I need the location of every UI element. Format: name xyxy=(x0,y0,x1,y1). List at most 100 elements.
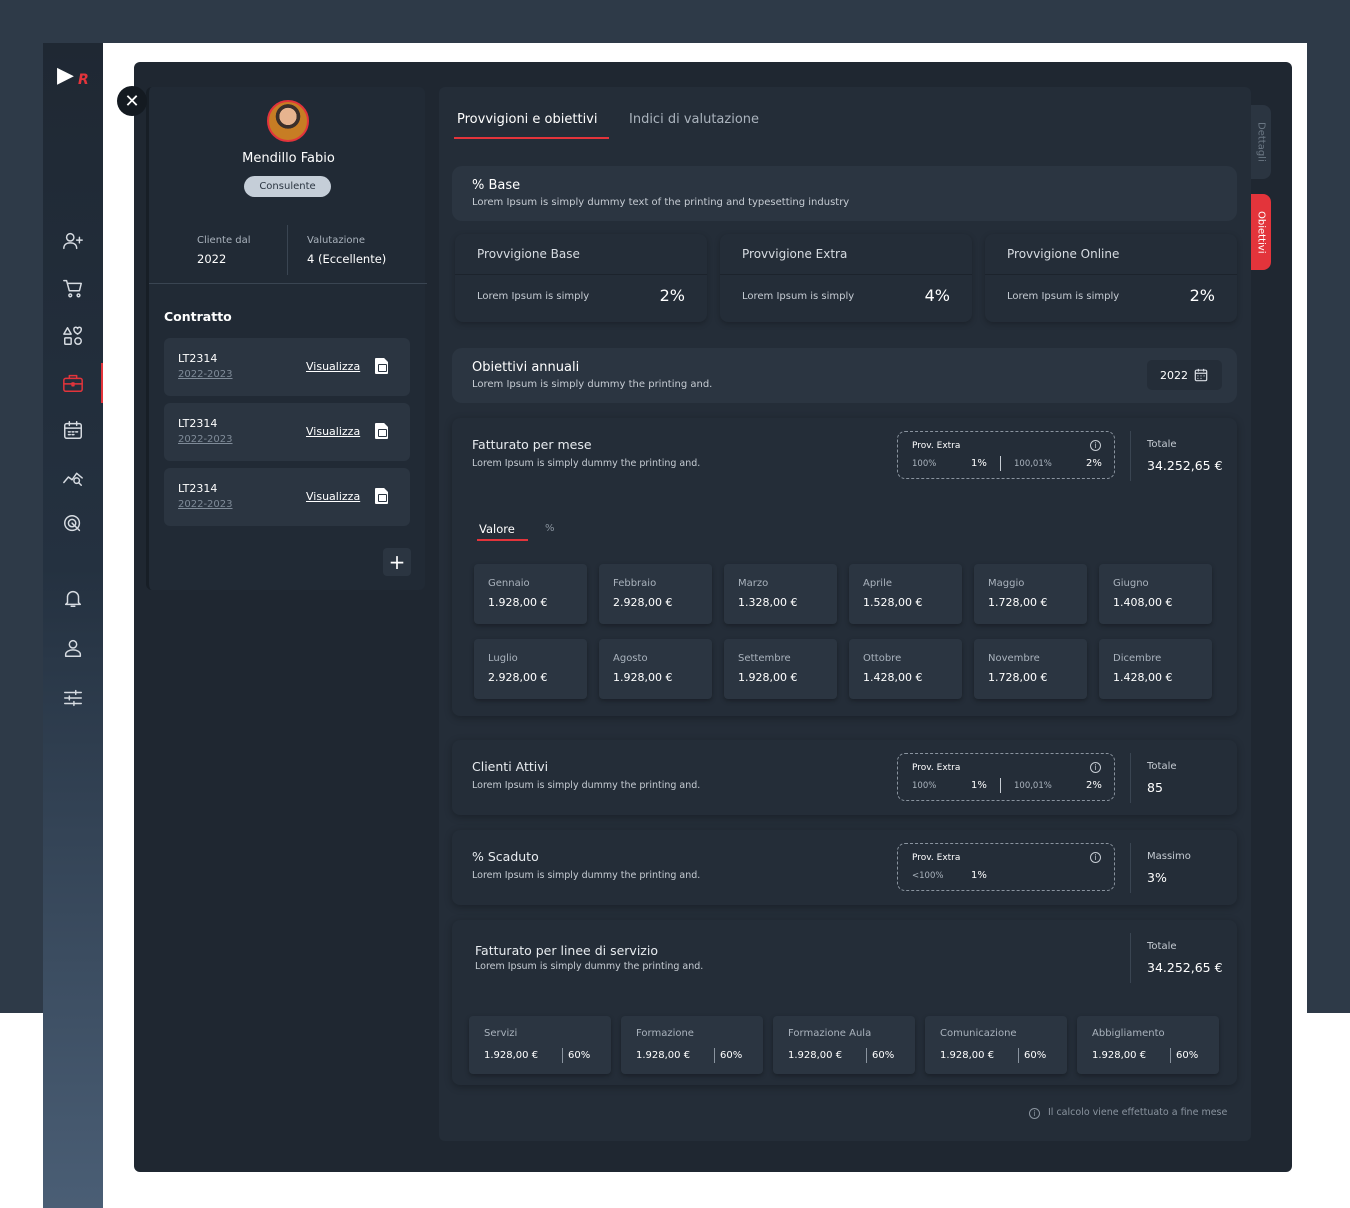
annual-goals-title: Obiettivi annuali xyxy=(472,360,580,375)
add-user-icon[interactable] xyxy=(43,227,103,255)
percent-value: 60% xyxy=(720,1050,743,1061)
calendar-icon xyxy=(1194,368,1208,382)
close-icon[interactable]: ✕ xyxy=(117,86,147,116)
amount-value: 1.928,00 € xyxy=(613,671,673,684)
contract-period[interactable]: 2022-2023 xyxy=(178,434,233,445)
target-icon[interactable] xyxy=(43,510,103,538)
logo-text: R xyxy=(78,72,89,88)
total-value: 34.252,65 € xyxy=(1147,960,1223,975)
month-label: Novembre xyxy=(988,653,1040,664)
view-link[interactable]: Visualizza xyxy=(306,425,360,438)
service-name: Comunicazione xyxy=(940,1028,1017,1039)
month-label: Marzo xyxy=(738,578,769,589)
month-card: Aprile 1.528,00 € xyxy=(849,564,962,624)
calendar-icon[interactable] xyxy=(43,416,103,444)
divider xyxy=(1000,778,1001,793)
month-card: Settembre 1.928,00 € xyxy=(724,639,837,699)
app-screen: R ▶ ✕ Mendillo Fabio Consulente Cliente d… xyxy=(0,0,1350,1208)
provvigione-card: Provvigione Base Lorem Ipsum is simply 2… xyxy=(455,234,707,322)
info-icon[interactable]: i xyxy=(1090,762,1101,773)
bell-icon[interactable] xyxy=(43,584,103,612)
month-label: Giugno xyxy=(1113,578,1149,589)
rate-2: 2% xyxy=(1086,780,1102,791)
divider xyxy=(1130,753,1131,803)
contract-code: LT2314 xyxy=(178,352,218,365)
avatar xyxy=(267,100,309,142)
max-value: 3% xyxy=(1147,870,1167,885)
profile-name: Mendillo Fabio xyxy=(242,151,335,166)
tab-indici[interactable]: Indici di valutazione xyxy=(629,112,759,127)
contract-period[interactable]: 2022-2023 xyxy=(178,369,233,380)
threshold-2: 100,01% xyxy=(1014,781,1052,791)
divider xyxy=(149,283,427,284)
divider xyxy=(1130,431,1131,481)
divider xyxy=(1130,843,1131,893)
info-icon[interactable]: i xyxy=(1090,852,1101,863)
percent-icon[interactable]: % xyxy=(545,523,555,534)
total-value: 85 xyxy=(1147,780,1163,795)
amount-value: 1.928,00 € xyxy=(940,1050,995,1061)
provvigione-value: 2% xyxy=(659,286,685,305)
month-card: Gennaio 1.928,00 € xyxy=(474,564,587,624)
total-label: Totale xyxy=(1147,941,1177,952)
service-card: Servizi 1.928,00 € 60% xyxy=(469,1016,611,1074)
tab-valore[interactable]: Valore xyxy=(479,522,515,536)
contract-title: Contratto xyxy=(164,309,232,324)
provvigione-value: 2% xyxy=(1189,286,1215,305)
divider xyxy=(1130,933,1131,983)
rate-1: 1% xyxy=(971,870,987,881)
contract-period[interactable]: 2022-2023 xyxy=(178,499,233,510)
analytics-icon[interactable] xyxy=(43,463,103,491)
percent-value: 60% xyxy=(872,1050,895,1061)
year-select[interactable]: 2022 xyxy=(1147,360,1222,390)
provvigione-card: Provvigione Extra Lorem Ipsum is simply … xyxy=(720,234,972,322)
add-contract-button[interactable]: + xyxy=(383,548,411,576)
divider xyxy=(287,225,288,275)
month-label: Gennaio xyxy=(488,578,530,589)
view-link[interactable]: Visualizza xyxy=(306,360,360,373)
base-desc: Lorem Ipsum is simply dummy text of the … xyxy=(472,197,850,208)
amount-value: 1.428,00 € xyxy=(1113,671,1173,684)
contract-card: LT2314 2022-2023 Visualizza xyxy=(164,468,410,526)
divider xyxy=(455,274,707,275)
categories-icon[interactable] xyxy=(43,322,103,350)
month-label: Febbraio xyxy=(613,578,657,589)
amount-value: 1.408,00 € xyxy=(1113,596,1173,609)
tab-dettagli[interactable]: Dettagli xyxy=(1251,105,1271,179)
service-card: Formazione 1.928,00 € 60% xyxy=(621,1016,763,1074)
contract-card: LT2314 2022-2023 Visualizza xyxy=(164,338,410,396)
month-label: Dicembre xyxy=(1113,653,1162,664)
user-icon[interactable] xyxy=(43,634,103,662)
annual-goals-desc: Lorem Ipsum is simply dummy the printing… xyxy=(472,379,713,390)
total-value: 34.252,65 € xyxy=(1147,458,1223,473)
prov-extra-label: Prov. Extra xyxy=(912,763,961,773)
pdf-icon[interactable] xyxy=(375,358,388,374)
pdf-icon[interactable] xyxy=(375,423,388,439)
amount-value: 2.928,00 € xyxy=(488,671,548,684)
section-title: Fatturato per linee di servizio xyxy=(475,943,658,958)
rate-1: 1% xyxy=(971,458,987,469)
logo[interactable]: R ▶ xyxy=(57,63,91,93)
contract-card: LT2314 2022-2023 Visualizza xyxy=(164,403,410,461)
divider xyxy=(985,274,1237,275)
tab-obiettivi[interactable]: Obiettivi xyxy=(1251,194,1271,270)
amount-value: 1.928,00 € xyxy=(788,1050,843,1061)
section-desc: Lorem Ipsum is simply dummy the printing… xyxy=(472,870,701,881)
base-title: % Base xyxy=(472,178,521,193)
info-icon[interactable]: i xyxy=(1090,440,1101,451)
rate-1: 1% xyxy=(971,780,987,791)
prov-extra-label: Prov. Extra xyxy=(912,853,961,863)
section-desc: Lorem Ipsum is simply dummy the printing… xyxy=(475,961,704,972)
section-title: % Scaduto xyxy=(472,849,539,864)
base-card: % Base Lorem Ipsum is simply dummy text … xyxy=(452,166,1237,221)
month-card: Dicembre 1.428,00 € xyxy=(1099,639,1212,699)
tab-provvigioni[interactable]: Provvigioni e obiettivi xyxy=(457,112,597,127)
cart-icon[interactable] xyxy=(43,274,103,302)
section-desc: Lorem Ipsum is simply dummy the printing… xyxy=(472,458,701,469)
provvigione-card: Provvigione Online Lorem Ipsum is simply… xyxy=(985,234,1237,322)
view-link[interactable]: Visualizza xyxy=(306,490,360,503)
briefcase-icon[interactable] xyxy=(43,363,103,403)
rating-label: Valutazione xyxy=(307,235,365,246)
settings-sliders-icon[interactable] xyxy=(43,684,103,712)
pdf-icon[interactable] xyxy=(375,488,388,504)
